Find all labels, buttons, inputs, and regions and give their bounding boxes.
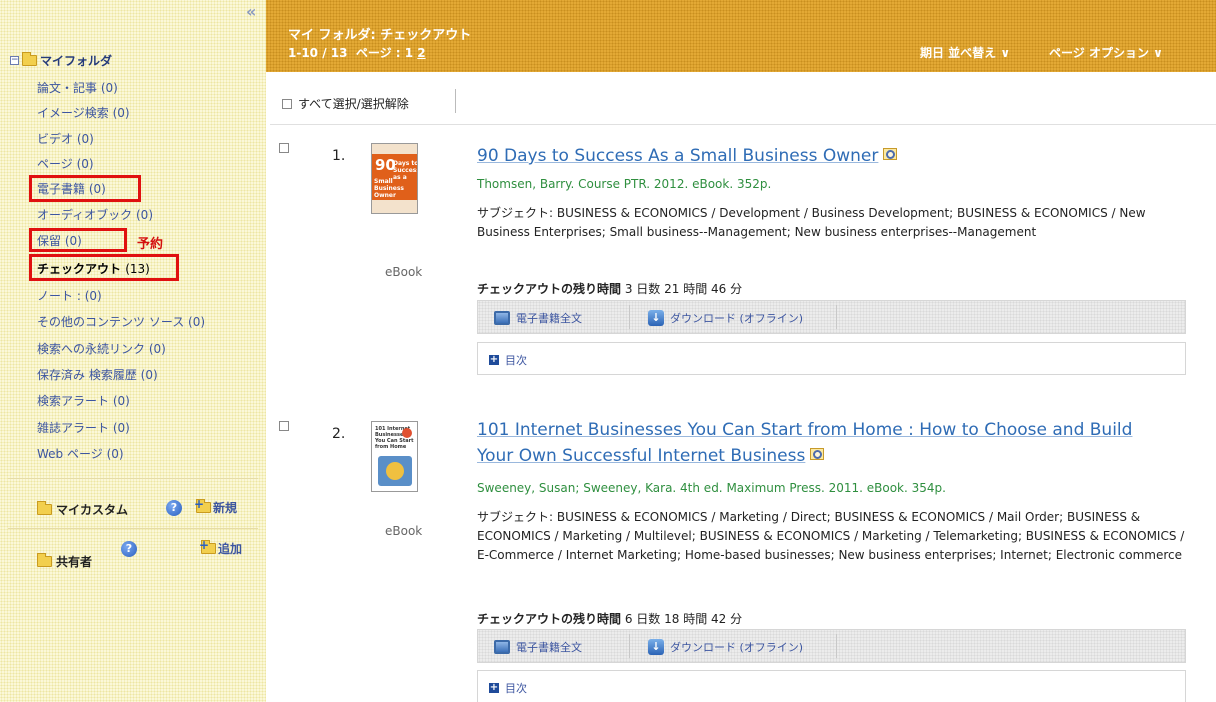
select-all-checkbox[interactable] [282, 98, 292, 109]
collapse-sidebar-button[interactable]: « [246, 2, 256, 21]
my-folder-header[interactable]: − マイフォルダ [10, 51, 113, 68]
select-all-row[interactable]: すべて選択/選択解除 [282, 95, 409, 112]
sidebar-item-videos[interactable]: ビデオ (0) [37, 130, 94, 148]
sidebar-item-journal-alerts[interactable]: 雑誌アラート (0) [37, 419, 130, 437]
highlight-box-holds [29, 228, 127, 252]
result-checkbox[interactable] [279, 421, 289, 431]
help-icon[interactable]: ? [121, 541, 137, 557]
book-cover[interactable]: 101 Internet Businesses You Can Start fr… [371, 421, 418, 492]
download-icon: ↓ [648, 310, 664, 326]
result-number: 1. [332, 148, 346, 164]
toc-toggle[interactable]: + 目次 [489, 352, 527, 368]
sidebar-item-audiobooks[interactable]: オーディオブック (0) [37, 206, 153, 224]
shared-group: 共有者 [37, 551, 92, 571]
sort-dropdown[interactable]: 期日 並べ替え ∨ [920, 44, 1010, 61]
result-subjects: サブジェクト: BUSINESS & ECONOMICS / Developme… [477, 206, 1146, 239]
expand-icon: + [489, 682, 499, 693]
page-title: マイ フォルダ: チェックアウト [288, 28, 472, 43]
folder-icon [37, 500, 52, 515]
format-label: eBook [385, 524, 423, 538]
expand-icon: + [489, 354, 499, 365]
new-custom-button[interactable]: + 新規 [194, 497, 237, 516]
sidebar: « − マイフォルダ 論文・記事 (0) イメージ検索 (0) ビデオ (0) … [0, 0, 266, 702]
toc-panel: + 目次 [477, 342, 1186, 375]
highlight-box-ebooks [29, 175, 141, 202]
download-offline-button[interactable]: ↓ ダウンロード (オフライン) [648, 310, 803, 326]
preview-icon[interactable] [881, 147, 899, 163]
preview-icon[interactable] [808, 447, 826, 463]
shared-label: 共有者 [56, 554, 93, 569]
sidebar-item-image-search[interactable]: イメージ検索 (0) [37, 104, 130, 122]
download-icon: ↓ [648, 639, 664, 655]
monitor-icon [494, 311, 510, 325]
sidebar-item-articles[interactable]: 論文・記事 (0) [37, 79, 118, 97]
highlight-box-checkouts [29, 254, 179, 281]
result-title[interactable]: 101 Internet Businesses You Can Start fr… [477, 417, 1132, 469]
divider [8, 528, 258, 529]
result-title[interactable]: 90 Days to Success As a Small Business O… [477, 143, 899, 169]
page-options-dropdown[interactable]: ページ オプション ∨ [1049, 44, 1163, 61]
book-cover[interactable]: 90 Days to Success as a Small Business O… [371, 143, 418, 214]
results-header: マイ フォルダ: チェックアウト 1-10 / 13 ページ : 1 2 期日 … [266, 0, 1216, 72]
collapse-tree-icon[interactable]: − [10, 55, 19, 65]
my-custom-group: マイカスタム [37, 499, 128, 519]
help-icon[interactable]: ? [166, 500, 182, 516]
folder-icon [22, 51, 37, 66]
sidebar-item-search-alerts[interactable]: 検索アラート (0) [37, 392, 130, 410]
toc-toggle[interactable]: + 目次 [489, 680, 527, 696]
download-offline-button[interactable]: ↓ ダウンロード (オフライン) [648, 639, 803, 655]
checkout-time-remaining: チェックアウトの残り時間 6 日数 18 時間 42 分 [477, 612, 743, 626]
sidebar-item-web-pages[interactable]: Web ページ (0) [37, 445, 124, 463]
my-custom-label: マイカスタム [56, 502, 129, 517]
result-range: 1-10 / 13 ページ : 1 2 [288, 46, 426, 60]
my-folder-title: マイフォルダ [40, 53, 113, 68]
format-label: eBook [385, 265, 423, 279]
result-meta: Thomsen, Barry. Course PTR. 2012. eBook.… [477, 177, 772, 191]
page-2-link[interactable]: 2 [417, 46, 425, 60]
new-folder-icon: + [194, 497, 211, 513]
reserve-annotation: 予約 [137, 237, 164, 252]
ebook-fulltext-button[interactable]: 電子書籍全文 [494, 639, 582, 655]
add-folder-icon: + [199, 538, 216, 554]
ebook-fulltext-button[interactable]: 電子書籍全文 [494, 310, 582, 326]
result-meta: Sweeney, Susan; Sweeney, Kara. 4th ed. M… [477, 481, 946, 495]
toc-panel: + 目次 [477, 670, 1186, 702]
divider [270, 124, 1216, 125]
sidebar-item-other-sources[interactable]: その他のコンテンツ ソース (0) [37, 313, 205, 331]
checkout-time-remaining: チェックアウトの残り時間 3 日数 21 時間 46 分 [477, 282, 743, 296]
result-subjects: サブジェクト: BUSINESS & ECONOMICS / Marketing… [477, 510, 1185, 562]
sidebar-item-persistent-links[interactable]: 検索への永続リンク (0) [37, 340, 166, 358]
select-all-label[interactable]: すべて選択/選択解除 [298, 95, 409, 112]
sidebar-item-saved-searches[interactable]: 保存済み 検索履歴 (0) [37, 366, 158, 384]
sidebar-item-pages[interactable]: ページ (0) [37, 155, 94, 173]
result-number: 2. [332, 426, 346, 442]
divider [455, 89, 456, 113]
sidebar-item-notes[interactable]: ノート : (0) [37, 287, 102, 305]
result-toolbar: 電子書籍全文 ↓ ダウンロード (オフライン) [477, 629, 1186, 663]
monitor-icon [494, 640, 510, 654]
divider [8, 478, 258, 479]
folder-icon [37, 552, 52, 567]
result-toolbar: 電子書籍全文 ↓ ダウンロード (オフライン) [477, 300, 1186, 334]
add-shared-button[interactable]: + 追加 [199, 538, 242, 557]
result-checkbox[interactable] [279, 143, 289, 153]
